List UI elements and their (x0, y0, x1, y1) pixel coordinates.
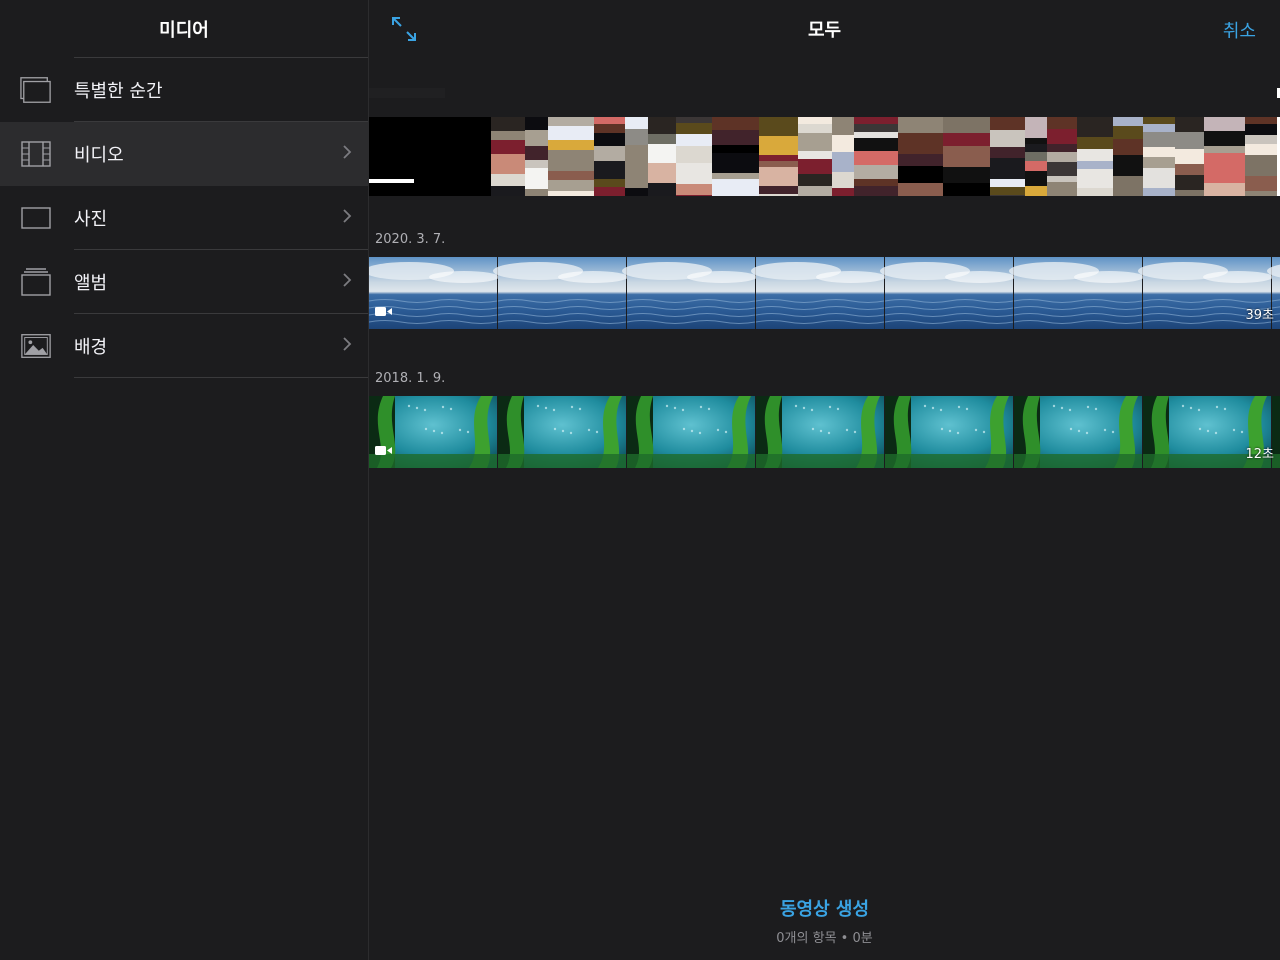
media-menu: 특별한 순간 비디오 사진 앨범 배경 (0, 58, 368, 378)
sidebar-item-label: 배경 (74, 337, 108, 358)
landscape-image-icon (20, 330, 52, 362)
sidebar-item-video[interactable]: 비디오 (0, 122, 368, 186)
photo-frame-icon (20, 202, 52, 234)
sidebar-item-label: 사진 (74, 209, 108, 230)
scroll-strip (369, 88, 1280, 98)
sidebar-title: 미디어 (159, 19, 209, 41)
ocean-thumbnail (369, 257, 1280, 329)
sidebar-item-photos[interactable]: 사진 (0, 186, 368, 250)
chevron-right-icon (342, 336, 352, 356)
sidebar-item-label: 앨범 (74, 273, 108, 294)
divider (74, 377, 368, 378)
kelp-forest-thumbnail (369, 396, 1280, 468)
chevron-right-icon (342, 272, 352, 292)
media-sidebar: 미디어 특별한 순간 비디오 사진 앨범 배경 (0, 0, 369, 960)
video-camera-icon (375, 302, 393, 321)
film-icon (20, 138, 52, 170)
sidebar-item-label: 비디오 (74, 145, 124, 166)
top-bar: 모두 취소 (369, 0, 1280, 57)
cancel-button[interactable]: 취소 (1223, 17, 1256, 43)
video-duration: 12초 (1245, 447, 1274, 462)
date-label: 2018. 1. 9. (375, 371, 446, 386)
media-browser: 모두 취소 2020. 3. 7. 39초 2018. 1. 9. 12초 동영… (369, 0, 1280, 960)
bottom-bar: 동영상 생성 0개의 항목 • 0분 (369, 895, 1280, 946)
chevron-right-icon (342, 208, 352, 228)
sidebar-item-moments[interactable]: 특별한 순간 (0, 58, 368, 122)
page-title: 모두 (807, 19, 842, 41)
video-thumbnail-row[interactable]: 12초 (369, 396, 1280, 468)
video-camera-icon (375, 441, 393, 460)
video-duration: 39초 (1245, 308, 1274, 323)
selection-summary: 0개의 항목 • 0분 (776, 931, 873, 946)
sidebar-item-albums[interactable]: 앨범 (0, 250, 368, 314)
sidebar-item-backgrounds[interactable]: 배경 (0, 314, 368, 378)
chevron-right-icon (342, 144, 352, 164)
sidebar-item-label: 특별한 순간 (74, 81, 163, 102)
create-video-button[interactable]: 동영상 생성 (780, 895, 869, 921)
album-icon (20, 266, 52, 298)
date-label: 2020. 3. 7. (375, 232, 446, 247)
video-thumbnail-row[interactable]: 39초 (369, 257, 1280, 329)
moments-thumbnail-strip[interactable] (369, 117, 1280, 196)
moments-icon (20, 74, 52, 106)
